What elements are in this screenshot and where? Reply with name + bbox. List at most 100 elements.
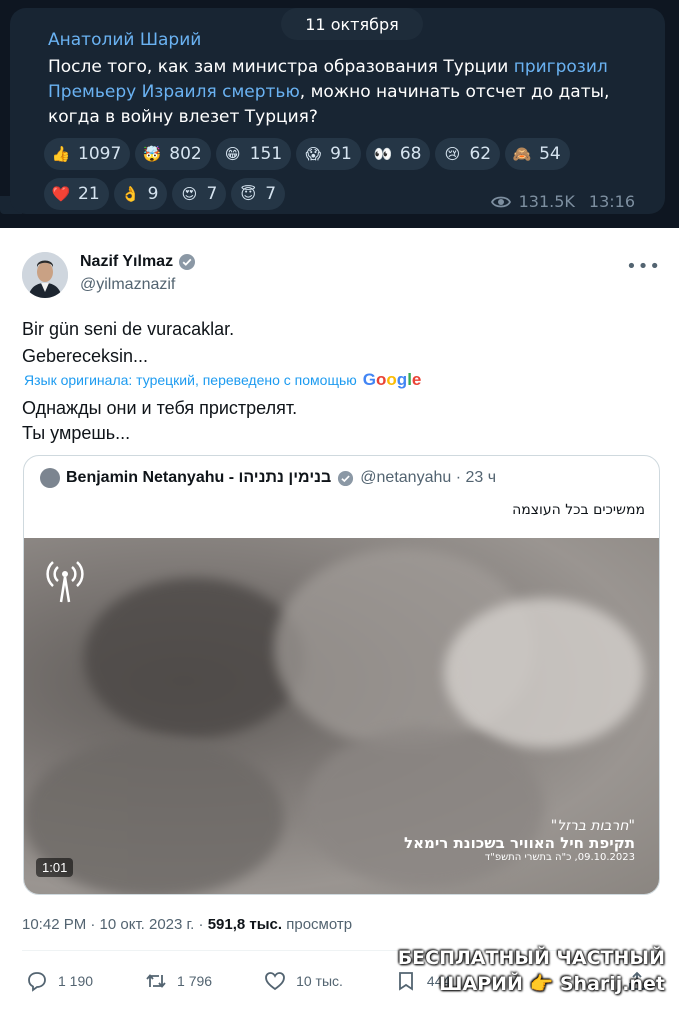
heart-outline-icon: [265, 972, 285, 991]
watermark-line-2: ШАРИЙ 👉 Sharij.net: [398, 971, 665, 997]
quoted-tweet-text: ממשיכים בכל העוצמה: [512, 502, 645, 518]
tweet-author-name[interactable]: Nazif Yılmaz: [80, 253, 196, 271]
tweet-text-line-1: Bir gün seni de vuracaklar.: [22, 319, 235, 339]
channel-author[interactable]: Анатолий Шарий: [48, 30, 201, 50]
like-button[interactable]: 10 тыс.: [264, 970, 343, 992]
reaction-heart-eyes-button[interactable]: 😍 7: [172, 178, 227, 210]
tweet-timestamp[interactable]: 10:42 PM · 10 окт. 2023 г. · 591,8 тыс. …: [22, 916, 352, 933]
reaction-halo-button[interactable]: 😇 7: [231, 178, 286, 210]
eyes-icon: 👀: [373, 145, 393, 163]
video-player[interactable]: "חרבות ברזל" תקיפת חיל האוויר בשכונת רימ…: [24, 538, 659, 894]
halo-icon: 😇: [240, 185, 257, 203]
ok-hand-icon: 👌: [121, 185, 140, 203]
reaction-count: 68: [399, 144, 422, 164]
retweet-button[interactable]: 1 796: [145, 970, 212, 992]
quoted-avatar[interactable]: [40, 468, 60, 488]
thumbs-up-icon: 👍: [51, 145, 71, 163]
watermark-word: ШАРИЙ: [439, 973, 523, 995]
translation-line-2: Ты умрешь...: [22, 423, 131, 443]
like-count: 10 тыс.: [296, 973, 343, 989]
video-caption-title: "חרבות ברזל": [550, 818, 635, 834]
tweet-views-count: 591,8 тыс.: [207, 916, 283, 933]
reaction-count: 151: [249, 144, 283, 164]
reply-button[interactable]: 1 190: [26, 970, 93, 992]
google-logo-letter: g: [396, 370, 408, 389]
scream-icon: 😱: [305, 145, 321, 163]
more-options-icon[interactable]: •••: [626, 256, 661, 277]
reply-icon: [28, 972, 46, 992]
quoted-tweet-header: Benjamin Netanyahu - בנימין נתניהו @neta…: [40, 468, 496, 488]
message-text: После того, как зам министра образования…: [48, 55, 648, 130]
grin-icon: 😁: [224, 145, 241, 163]
heart-icon: ❤️: [51, 185, 71, 203]
reactions-row-1: 👍 1097 🤯 802 😁 151 😱 91 👀 68 😢 62 🙈 54: [44, 138, 664, 170]
reaction-count: 802: [169, 144, 202, 164]
video-caption-date: 09.10.2023, כ"ה בתשרי התשפ"ד: [484, 852, 635, 863]
quoted-author-name[interactable]: Benjamin Netanyahu - בנימין נתניהו: [66, 469, 331, 487]
google-logo-letter: o: [376, 370, 387, 389]
smoke-cloud: [304, 728, 544, 888]
reaction-count: 54: [539, 144, 561, 164]
reaction-count: 9: [147, 184, 159, 204]
reaction-cry-button[interactable]: 😢 62: [435, 138, 501, 170]
tweet-date: 10:42 PM · 10 окт. 2023 г. ·: [22, 916, 208, 933]
avatar[interactable]: [22, 252, 68, 298]
tweet-handle[interactable]: @yilmaznazif: [80, 276, 175, 294]
reply-count: 1 190: [58, 973, 94, 989]
tweet-author-label[interactable]: Nazif Yılmaz: [80, 253, 173, 271]
reaction-count: 62: [469, 144, 492, 164]
google-logo-letter: o: [386, 370, 397, 389]
retweet-count: 1 796: [177, 973, 213, 989]
reaction-count: 7: [265, 184, 277, 204]
google-logo: Google: [363, 370, 422, 390]
cry-icon: 😢: [444, 145, 461, 163]
video-caption: "חרבות ברזל" תקיפת חיל האוויר בשכונת רימ…: [404, 818, 635, 863]
translation-note-text: Язык оригинала: турецкий, переведено с п…: [24, 372, 357, 388]
reaction-eyes-button[interactable]: 👀 68: [365, 138, 431, 170]
reaction-count: 1097: [78, 144, 122, 164]
video-caption-subtitle: תקיפת חיל האוויר בשכונת רימאל: [404, 834, 635, 852]
tweet-text-line-2: Gebereceksin...: [22, 346, 149, 366]
reaction-count: 21: [78, 184, 100, 204]
see-no-evil-monkey-icon: 🙈: [512, 145, 532, 163]
watermark-site: Sharij.net: [559, 973, 665, 995]
message-text-part1: После того, как зам министра образования…: [48, 57, 514, 77]
google-logo-letter: G: [362, 370, 377, 389]
avatar-portrait-icon: [22, 252, 68, 298]
reaction-scream-button[interactable]: 😱 91: [296, 138, 361, 170]
broadcast-antenna-icon: [46, 561, 84, 603]
quoted-handle-time: @netanyahu · 23 ч: [360, 469, 497, 486]
message-meta: 131.5K 13:16: [490, 192, 635, 211]
reaction-thumbs-up-button[interactable]: 👍 1097: [44, 138, 131, 170]
message-time: 13:16: [588, 192, 635, 211]
reaction-grin-button[interactable]: 😁 151: [215, 138, 292, 170]
tweet-card: Nazif Yılmaz @yilmaznazif ••• Bir gün se…: [0, 228, 679, 1015]
retweet-icon: [146, 974, 166, 988]
reaction-count: 91: [330, 144, 352, 164]
smoke-cloud: [84, 578, 304, 738]
tweet-views-label: просмотр: [282, 916, 353, 933]
google-logo-letter: e: [411, 370, 422, 389]
translation-line-1: Однажды они и тебя пристрелят.: [22, 398, 298, 418]
quoted-tweet[interactable]: Benjamin Netanyahu - בנימין נתניהו @neta…: [23, 455, 660, 895]
exploding-head-icon: 🤯: [142, 145, 162, 163]
heart-eyes-icon: 😍: [181, 185, 198, 203]
reaction-heart-button[interactable]: ❤️ 21: [44, 178, 109, 210]
date-pill[interactable]: 11 октября: [281, 8, 423, 40]
tweet-translation: Однажды они и тебя пристрелят. Ты умрешь…: [22, 396, 297, 446]
smoke-cloud: [444, 598, 644, 748]
reaction-exploding-head-button[interactable]: 🤯 802: [135, 138, 211, 170]
verified-badge-icon: [179, 254, 196, 270]
video-duration-badge: 1:01: [36, 858, 74, 877]
pointing-hand-icon: 👉: [529, 973, 554, 995]
watermark-line-1: БЕСПЛАТНЫЙ ЧАСТНЫЙ: [397, 947, 665, 969]
reaction-ok-hand-button[interactable]: 👌 9: [113, 178, 168, 210]
watermark: БЕСПЛАТНЫЙ ЧАСТНЫЙ ШАРИЙ 👉 Sharij.net: [398, 945, 665, 997]
translation-note[interactable]: Язык оригинала: турецкий, переведено с п…: [24, 370, 421, 390]
reaction-see-no-evil-monkey-button[interactable]: 🙈 54: [505, 138, 570, 170]
reaction-count: 7: [206, 184, 218, 204]
verified-badge-icon: [338, 470, 354, 486]
views-count: 131.5K: [518, 192, 575, 211]
eye-icon: [490, 196, 511, 207]
tweet-text: Bir gün seni de vuracaklar. Gebereceksin…: [22, 316, 234, 370]
